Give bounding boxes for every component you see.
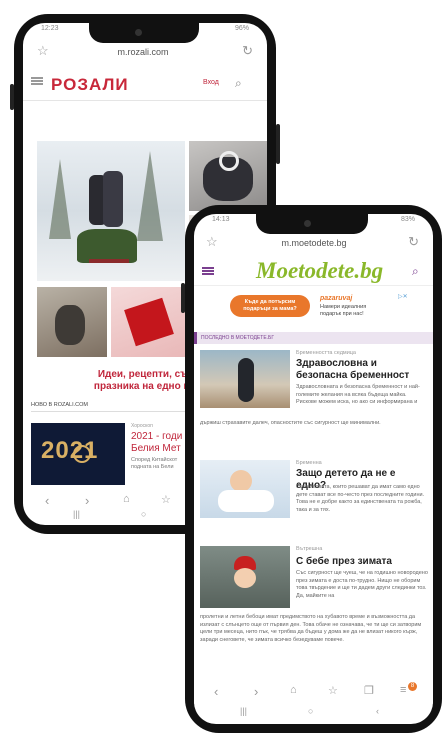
menu-icon[interactable]: [31, 77, 43, 85]
site-logo[interactable]: РОЗАЛИ: [51, 75, 129, 95]
menu-icon[interactable]: [202, 267, 214, 275]
notification-badge: 8: [408, 682, 417, 691]
bookmark-icon[interactable]: ☆: [161, 493, 171, 506]
status-battery: 96%: [234, 25, 249, 32]
system-nav: ||| ○ ‹: [194, 704, 433, 724]
search-icon[interactable]: ⌕: [235, 76, 242, 91]
browser-toolbar: ‹ › ⌂ ☆ ❐ ≡ 8: [194, 680, 433, 704]
site-logo[interactable]: Moetodete.bg: [256, 258, 383, 284]
article-card[interactable]: Бременността седмица Здравословна и безо…: [194, 350, 433, 450]
article-excerpt-continued: пролетни и летни бебоци имат предимствот…: [200, 614, 422, 643]
url-bar[interactable]: m.moetodete.bg: [254, 238, 374, 248]
article-excerpt: Според Китайскот подната на Бели: [131, 457, 178, 470]
back-icon[interactable]: ‹: [45, 493, 49, 508]
home-icon[interactable]: ⌂: [123, 493, 130, 505]
ad-right-text: Намери идеалния подарък при нас!: [320, 304, 367, 317]
bookmark-icon[interactable]: ☆: [328, 684, 338, 697]
forward-icon[interactable]: ›: [254, 684, 258, 699]
article-card[interactable]: Бременна Защо детето да не е едно? Семей…: [194, 460, 433, 540]
pregnant-woman-photo: [200, 350, 290, 408]
family-photo: [37, 287, 107, 357]
home-icon[interactable]: ☆: [37, 43, 49, 59]
ad-left-text: Къде да потърсим подаръци за мама?: [230, 295, 310, 317]
section-label-bar: ПОСЛЕДНО В МОЕТОДЕТЕ.БГ: [194, 332, 433, 344]
article-excerpt: Семействата, които решават да имат само …: [296, 484, 425, 513]
status-time: 12:23: [41, 25, 59, 32]
article-title[interactable]: С бебе през зимата: [296, 556, 426, 568]
article-excerpt-continued: държиш страхавите далеч, опасностите със…: [200, 420, 381, 426]
back-button-icon[interactable]: ‹: [376, 706, 379, 716]
home-icon[interactable]: ☆: [206, 234, 218, 250]
hands-gift-photo: [189, 141, 267, 211]
url-bar[interactable]: m.rozali.com: [83, 47, 203, 57]
search-icon[interactable]: ⌕: [412, 264, 419, 279]
couple-winter-photo: [37, 141, 185, 281]
front-screen: 14:13 83% ☆ m.moetodete.bg ↻ Moetodete.b…: [194, 214, 433, 724]
status-battery: 83%: [400, 216, 415, 223]
ad-banner[interactable]: Къде да потърсим подаръци за мама? pazar…: [230, 293, 410, 321]
status-time: 14:13: [212, 216, 230, 223]
year-2021-banner[interactable]: 2021: [31, 423, 125, 485]
ad-brand: pazaruvaj: [320, 295, 353, 302]
menu-lines-icon[interactable]: ≡: [400, 684, 406, 696]
article-category: Бременна: [296, 460, 322, 466]
article-category: Хороскоп: [131, 423, 153, 429]
article-title[interactable]: 2021 - годи Белия Мет: [131, 431, 182, 455]
red-gift-photo: [111, 287, 185, 357]
forward-icon[interactable]: ›: [85, 493, 89, 508]
login-link[interactable]: Вход: [203, 79, 219, 86]
site-header: РОЗАЛИ Вход ⌕: [23, 67, 267, 101]
refresh-icon[interactable]: ↻: [242, 43, 253, 59]
home-button-icon[interactable]: ○: [141, 509, 146, 519]
article-excerpt: Със сигурност ще чуеш, че на годишно нов…: [296, 570, 428, 599]
refresh-icon[interactable]: ↻: [408, 234, 419, 250]
article-card[interactable]: Вътрешна С бебе през зимата Със сигурнос…: [194, 546, 433, 686]
ad-close-icon[interactable]: ▷✕: [398, 293, 408, 300]
article-title[interactable]: Здравословна и безопасна бременност: [296, 358, 426, 382]
recents-icon[interactable]: |||: [240, 706, 247, 716]
front-phone: 14:13 83% ☆ m.moetodete.bg ↻ Moetodete.b…: [181, 205, 442, 733]
home-icon[interactable]: ⌂: [290, 684, 297, 696]
back-icon[interactable]: ‹: [214, 684, 218, 699]
article-category: Вътрешна: [296, 546, 323, 552]
home-button-icon[interactable]: ○: [308, 706, 313, 716]
winter-baby-photo: [200, 546, 290, 608]
site-header: Moetodete.bg ⌕: [194, 256, 433, 286]
section-label: ПОСЛЕДНО В МОЕТОДЕТЕ.БГ: [201, 335, 275, 341]
article-category: Бременността седмица: [296, 350, 356, 356]
tabs-icon[interactable]: ❐: [364, 684, 374, 697]
babies-photo: [200, 460, 290, 518]
article-excerpt: Здравословната и безопасна бременност и …: [296, 384, 420, 405]
recents-icon[interactable]: |||: [73, 509, 80, 519]
